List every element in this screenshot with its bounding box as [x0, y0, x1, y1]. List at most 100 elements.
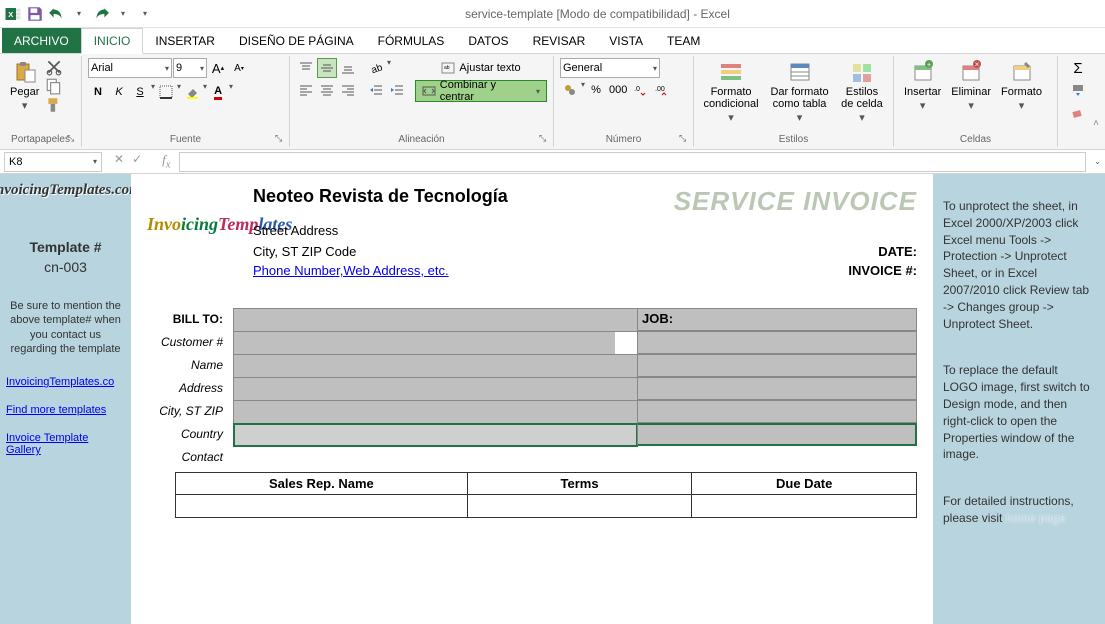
- group-number-label: Número: [554, 134, 693, 145]
- number-launcher[interactable]: ⤡: [679, 133, 691, 145]
- cut-icon[interactable]: [45, 58, 63, 76]
- insert-cells-button[interactable]: +Insertar▾: [900, 58, 945, 145]
- format-table-button[interactable]: Dar formato como tabla▾: [764, 58, 835, 145]
- align-bottom-icon[interactable]: [338, 58, 358, 78]
- name-box[interactable]: K8▾: [4, 152, 102, 172]
- link-more-templates[interactable]: Find more templates: [6, 404, 106, 416]
- sales-table: Sales Rep. Name Terms Due Date: [175, 472, 917, 518]
- tab-pagelayout[interactable]: DISEÑO DE PÁGINA: [227, 28, 366, 53]
- align-center-icon[interactable]: [317, 80, 337, 100]
- align-left-icon[interactable]: [296, 80, 316, 100]
- orientation-icon[interactable]: ab: [366, 58, 386, 78]
- redo-icon[interactable]: [92, 5, 110, 23]
- increase-font-icon[interactable]: A▴: [208, 58, 228, 78]
- cancel-formula-icon[interactable]: ✕: [114, 152, 124, 171]
- increase-indent-icon[interactable]: [387, 80, 407, 100]
- svg-text:.00: .00: [655, 86, 665, 93]
- link-gallery[interactable]: Invoice Template Gallery: [6, 432, 125, 456]
- redo-dropdown[interactable]: ▾: [114, 5, 132, 23]
- terms-cell[interactable]: [468, 495, 692, 517]
- sales-rep-header: Sales Rep. Name: [176, 473, 467, 495]
- undo-dropdown[interactable]: ▾: [70, 5, 88, 23]
- country-cell-selected[interactable]: [233, 423, 638, 447]
- tab-data[interactable]: DATOS: [456, 28, 520, 53]
- job-cell-3[interactable]: [637, 377, 917, 400]
- tab-review[interactable]: REVISAR: [521, 28, 598, 53]
- tab-formulas[interactable]: FÓRMULAS: [366, 28, 457, 53]
- due-date-cell[interactable]: [692, 495, 916, 517]
- fill-icon[interactable]: [1064, 80, 1092, 100]
- name-cell[interactable]: [233, 354, 638, 378]
- autosum-icon[interactable]: Σ: [1064, 58, 1092, 78]
- enter-formula-icon[interactable]: ✓: [132, 152, 142, 171]
- excel-icon[interactable]: X: [4, 5, 22, 23]
- tab-file[interactable]: ARCHIVO: [2, 28, 81, 53]
- copy-icon[interactable]: [45, 77, 63, 95]
- font-size-select[interactable]: 9▾: [173, 58, 207, 78]
- worksheet[interactable]: InvoicingTemplates Neoteo Revista de Tec…: [131, 174, 933, 624]
- job-cell-1[interactable]: [637, 331, 917, 354]
- font-name-select[interactable]: Arial▾: [88, 58, 172, 78]
- merge-center-button[interactable]: Combinar y centrar▾: [415, 80, 547, 102]
- job-cell-5[interactable]: [637, 423, 917, 446]
- qat-customize[interactable]: ▾: [136, 5, 154, 23]
- accounting-dropdown[interactable]: ▾: [581, 80, 585, 100]
- decrease-indent-icon[interactable]: [366, 80, 386, 100]
- address-cell[interactable]: [233, 377, 638, 401]
- delete-cells-button[interactable]: ×Eliminar▾: [947, 58, 995, 145]
- border-button[interactable]: [156, 82, 176, 102]
- accounting-format-icon[interactable]: [560, 80, 580, 100]
- tab-insert[interactable]: INSERTAR: [143, 28, 227, 53]
- underline-button[interactable]: S: [130, 82, 150, 102]
- orientation-dropdown[interactable]: ▾: [387, 58, 391, 78]
- font-color-button[interactable]: A: [208, 82, 228, 102]
- align-right-icon[interactable]: [338, 80, 358, 100]
- clipboard-launcher[interactable]: ⤡: [67, 133, 79, 145]
- ribbon-collapse-icon[interactable]: ˄: [1093, 118, 1099, 622]
- billto-cell-header[interactable]: [233, 308, 638, 332]
- link-site[interactable]: InvoicingTemplates.co: [6, 376, 114, 388]
- align-middle-icon[interactable]: [317, 58, 337, 78]
- customer-no-cell[interactable]: [233, 331, 638, 355]
- wrap-text-button[interactable]: abAjustar texto: [415, 58, 547, 78]
- tab-team[interactable]: TEAM: [655, 28, 712, 53]
- number-format-select[interactable]: General▾: [560, 58, 660, 78]
- fill-dropdown[interactable]: ▾: [203, 82, 207, 102]
- bold-button[interactable]: N: [88, 82, 108, 102]
- fx-icon[interactable]: fx: [162, 152, 170, 171]
- border-dropdown[interactable]: ▾: [177, 82, 181, 102]
- phone-web-link[interactable]: Phone Number,Web Address, etc.: [253, 263, 449, 278]
- increase-decimal-icon[interactable]: .0: [630, 80, 650, 100]
- undo-icon[interactable]: [48, 5, 66, 23]
- home-page-link[interactable]: home page: [1006, 511, 1066, 525]
- conditional-format-button[interactable]: Formato condicional▾: [700, 58, 762, 145]
- format-cells-button[interactable]: Formato▾: [997, 58, 1046, 145]
- city-zip-cell[interactable]: [233, 400, 638, 424]
- tab-home[interactable]: INICIO: [81, 28, 144, 54]
- tab-view[interactable]: VISTA: [597, 28, 655, 53]
- fontcolor-dropdown[interactable]: ▾: [229, 82, 233, 102]
- save-icon[interactable]: [26, 5, 44, 23]
- job-cell-2[interactable]: [637, 354, 917, 377]
- cell-styles-button[interactable]: Estilos de celda▾: [837, 58, 887, 145]
- comma-icon[interactable]: 000: [607, 80, 629, 100]
- formula-bar[interactable]: [179, 152, 1087, 172]
- decrease-font-icon[interactable]: A▾: [229, 58, 249, 78]
- fill-color-button[interactable]: [182, 82, 202, 102]
- align-top-icon[interactable]: [296, 58, 316, 78]
- decrease-decimal-icon[interactable]: .00: [651, 80, 671, 100]
- ribbon: Pegar ▾ Portapapeles ⤡ Arial▾ 9▾ A▴ A▾ N…: [0, 54, 1105, 150]
- date-label: DATE:: [878, 244, 917, 259]
- underline-dropdown[interactable]: ▾: [151, 82, 155, 102]
- job-label[interactable]: JOB:: [637, 308, 917, 331]
- job-cell-4[interactable]: [637, 400, 917, 423]
- align-launcher[interactable]: ⤡: [539, 133, 551, 145]
- sales-rep-cell[interactable]: [176, 495, 467, 517]
- paste-button[interactable]: Pegar ▾: [6, 58, 43, 145]
- clear-icon[interactable]: [1064, 102, 1092, 122]
- italic-button[interactable]: K: [109, 82, 129, 102]
- percent-icon[interactable]: %: [586, 80, 606, 100]
- font-launcher[interactable]: ⤡: [275, 133, 287, 145]
- format-painter-icon[interactable]: [45, 96, 63, 114]
- company-name: Neoteo Revista de Tecnología: [253, 186, 508, 207]
